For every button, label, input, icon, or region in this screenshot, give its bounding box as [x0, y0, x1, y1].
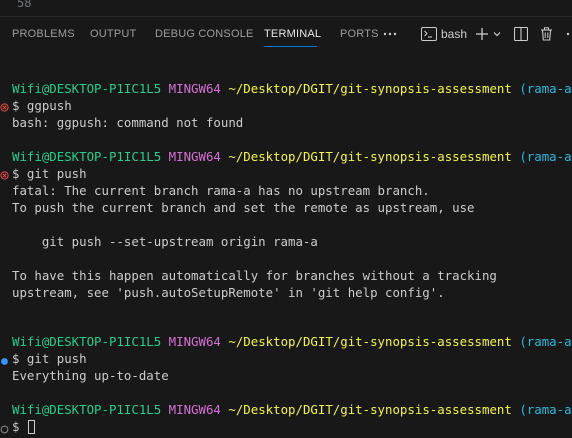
command-output: To push the current branch and set the r… [12, 200, 475, 215]
tab-problems[interactable]: PROBLEMS [12, 28, 75, 40]
prompt-branch: (rama-a) [519, 149, 572, 164]
shell-selector-label[interactable]: bash [441, 27, 467, 41]
command-input: $ ggpush [12, 98, 72, 113]
tab-terminal[interactable]: TERMINAL [264, 28, 321, 40]
prompt-user-host: Wifi@DESKTOP-P1IC1L5 [12, 402, 162, 417]
prompt-branch: (rama-a) [519, 402, 572, 417]
command-output: Everything up-to-date [12, 368, 169, 383]
prompt-branch: (rama-a) [519, 81, 572, 96]
command-output: bash: ggpush: command not found [12, 115, 244, 130]
split-terminal-icon[interactable] [514, 25, 528, 43]
current-input-line[interactable]: $ [12, 418, 35, 435]
tab-debug-console[interactable]: DEBUG CONSOLE [155, 28, 254, 40]
chevron-down-icon[interactable] [492, 25, 502, 43]
ellipsis-icon[interactable] [383, 25, 397, 43]
panel-tab-bar: PROBLEMS OUTPUT DEBUG CONSOLE TERMINAL P… [0, 17, 572, 54]
command-output: git push --set-upstream origin rama-a [12, 234, 318, 249]
tab-ports[interactable]: PORTS [340, 28, 379, 40]
prompt-user-host: Wifi@DESKTOP-P1IC1L5 [12, 149, 162, 164]
error-decoration-icon[interactable] [0, 100, 9, 112]
error-decoration-icon[interactable] [0, 168, 9, 180]
tab-output[interactable]: OUTPUT [90, 28, 136, 40]
more-actions-icon[interactable] [565, 25, 572, 43]
prompt-line: Wifi@DESKTOP-P1IC1L5 MINGW64 ~/Desktop/D… [12, 80, 572, 97]
prompt-line: Wifi@DESKTOP-P1IC1L5 MINGW64 ~/Desktop/D… [12, 401, 572, 418]
prompt-line: Wifi@DESKTOP-P1IC1L5 MINGW64 ~/Desktop/D… [12, 148, 572, 165]
prompt-path: ~/Desktop/DGIT/git-synopsis-assessment [228, 402, 512, 417]
terminal-cursor [27, 420, 35, 434]
prompt-path: ~/Desktop/DGIT/git-synopsis-assessment [228, 81, 512, 96]
active-tab-indicator [264, 46, 317, 47]
pending-decoration-icon [0, 422, 9, 434]
command-output: To have this happen automatically for br… [12, 268, 497, 283]
command-output: upstream, see 'push.autoSetupRemote' in … [12, 285, 445, 300]
editor-strip: 58 [0, 0, 572, 17]
success-decoration-icon[interactable] [0, 354, 9, 365]
prompt-env: MINGW64 [168, 334, 221, 349]
terminal-icon [421, 25, 437, 43]
prompt-user-host: Wifi@DESKTOP-P1IC1L5 [12, 334, 162, 349]
plus-icon[interactable] [475, 25, 489, 43]
current-input[interactable]: $ [12, 419, 27, 434]
prompt-branch: (rama-a) [519, 334, 572, 349]
prompt-env: MINGW64 [168, 149, 221, 164]
trash-icon[interactable] [540, 25, 553, 43]
command-output: fatal: The current branch rama-a has no … [12, 183, 430, 198]
prompt-env: MINGW64 [168, 402, 221, 417]
command-input: $ git push [12, 166, 87, 181]
prompt-path: ~/Desktop/DGIT/git-synopsis-assessment [228, 149, 512, 164]
prompt-env: MINGW64 [168, 81, 221, 96]
command-input: $ git push [12, 351, 87, 366]
line-number: 58 [17, 0, 32, 10]
terminal-output[interactable]: Wifi@DESKTOP-P1IC1L5 MINGW64 ~/Desktop/D… [0, 54, 572, 438]
prompt-path: ~/Desktop/DGIT/git-synopsis-assessment [228, 334, 512, 349]
prompt-line: Wifi@DESKTOP-P1IC1L5 MINGW64 ~/Desktop/D… [12, 333, 572, 350]
prompt-user-host: Wifi@DESKTOP-P1IC1L5 [12, 81, 162, 96]
